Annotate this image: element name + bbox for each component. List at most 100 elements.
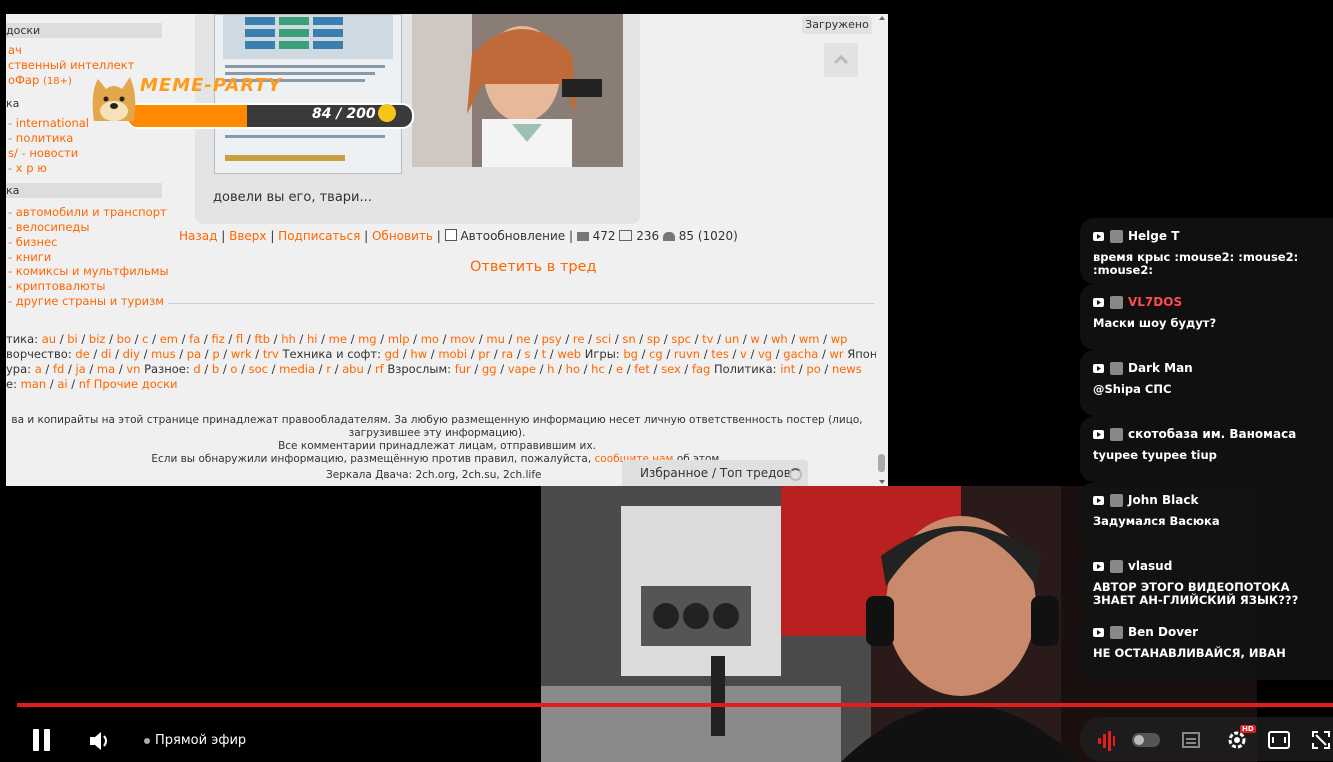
- board-link[interactable]: news: [832, 362, 862, 376]
- sidebar-link[interactable]: оФар (18+): [8, 73, 72, 89]
- board-link[interactable]: tes: [711, 347, 729, 361]
- board-link[interactable]: un: [725, 332, 740, 346]
- board-link[interactable]: e: [616, 362, 623, 376]
- scrollbar-thumb[interactable]: [878, 454, 885, 472]
- board-link[interactable]: hw: [410, 347, 427, 361]
- board-link[interactable]: d: [193, 362, 200, 376]
- board-link[interactable]: fet: [634, 362, 650, 376]
- reply-link[interactable]: Ответить в тред: [470, 259, 597, 275]
- board-link[interactable]: trv: [263, 347, 279, 361]
- subscribe-link[interactable]: Подписаться: [278, 229, 360, 243]
- board-link[interactable]: nf: [79, 377, 90, 391]
- refresh-link[interactable]: Обновить: [372, 229, 433, 243]
- chat-toggle[interactable]: [1132, 733, 1160, 747]
- board-link[interactable]: vn: [126, 362, 140, 376]
- sidebar-link[interactable]: - комиксы и мультфильмы: [8, 264, 169, 278]
- other-boards-link[interactable]: Прочие доски: [94, 377, 178, 391]
- board-link[interactable]: hh: [281, 332, 296, 346]
- board-link[interactable]: po: [806, 362, 820, 376]
- board-link[interactable]: diy: [123, 347, 140, 361]
- chat-layout-button[interactable]: [1182, 731, 1200, 753]
- board-link[interactable]: wr: [830, 347, 844, 361]
- board-link[interactable]: fag: [692, 362, 710, 376]
- board-link[interactable]: vg: [758, 347, 772, 361]
- chat-username[interactable]: Helge T: [1128, 229, 1179, 243]
- board-link[interactable]: hi: [307, 332, 317, 346]
- boards-links[interactable]: de / di / diy / mus / pa / p / wrk / trv: [75, 347, 279, 361]
- board-link[interactable]: ra: [501, 347, 513, 361]
- board-link[interactable]: wp: [831, 332, 848, 346]
- board-link[interactable]: fiz: [211, 332, 224, 346]
- board-link[interactable]: vape: [508, 362, 536, 376]
- board-link[interactable]: gg: [482, 362, 497, 376]
- board-link[interactable]: au: [42, 332, 56, 346]
- sidebar-link[interactable]: - х р ю: [8, 161, 47, 175]
- pause-button[interactable]: [31, 727, 53, 757]
- boards-links[interactable]: bg / cg / ruvn / tes / v / vg / gacha / …: [623, 347, 843, 361]
- board-link[interactable]: wh: [771, 332, 788, 346]
- board-link[interactable]: gd: [385, 347, 400, 361]
- chat-username[interactable]: John Black: [1128, 493, 1198, 507]
- sidebar-link[interactable]: s/ - новости: [8, 146, 78, 160]
- board-link[interactable]: sex: [661, 362, 681, 376]
- volume-button[interactable]: [88, 729, 112, 757]
- boards-links[interactable]: gd / hw / mobi / pr / ra / s / t / web: [385, 347, 581, 361]
- board-link[interactable]: psy: [542, 332, 562, 346]
- board-link[interactable]: mg: [358, 332, 377, 346]
- board-link[interactable]: rf: [375, 362, 384, 376]
- board-link[interactable]: di: [101, 347, 112, 361]
- board-link[interactable]: ja: [75, 362, 85, 376]
- board-link[interactable]: sn: [622, 332, 635, 346]
- post-image-photo[interactable]: [412, 14, 623, 167]
- boards-links[interactable]: fur / gg / vape / h / ho / hc / e / fet …: [455, 362, 711, 376]
- sidebar-link[interactable]: - international: [8, 116, 89, 130]
- audio-wave-button[interactable]: [1097, 731, 1115, 755]
- board-link[interactable]: biz: [89, 332, 106, 346]
- board-link[interactable]: de: [75, 347, 89, 361]
- board-link[interactable]: soc: [249, 362, 268, 376]
- favorites-button[interactable]: Избранное / Топ тредов: [622, 460, 808, 486]
- board-link[interactable]: bo: [117, 332, 131, 346]
- up-link[interactable]: Вверх: [229, 229, 266, 243]
- board-link[interactable]: fur: [455, 362, 471, 376]
- chat-username[interactable]: скотобаза им. Ваномаса: [1128, 427, 1296, 441]
- board-link[interactable]: man: [21, 377, 47, 391]
- board-link[interactable]: gacha: [783, 347, 818, 361]
- chat-username[interactable]: Ben Dover: [1128, 625, 1198, 639]
- board-link[interactable]: wm: [799, 332, 820, 346]
- board-link[interactable]: mo: [421, 332, 439, 346]
- board-link[interactable]: v: [740, 347, 747, 361]
- board-link[interactable]: mus: [151, 347, 175, 361]
- board-link[interactable]: abu: [342, 362, 364, 376]
- board-link[interactable]: fa: [189, 332, 200, 346]
- board-link[interactable]: re: [573, 332, 585, 346]
- board-link[interactable]: hc: [591, 362, 605, 376]
- boards-links[interactable]: d / b / o / soc / media / r / abu / rf: [193, 362, 383, 376]
- settings-button[interactable]: HD: [1226, 725, 1256, 755]
- chat-username[interactable]: vlasud: [1128, 559, 1172, 573]
- sidebar-link[interactable]: ственный интеллект: [8, 58, 134, 72]
- scroll-top-button[interactable]: [824, 43, 858, 77]
- board-link[interactable]: bi: [67, 332, 78, 346]
- boards-links[interactable]: au / bi / biz / bo / c / em / fa / fiz /…: [42, 332, 848, 346]
- board-link[interactable]: ruvn: [674, 347, 700, 361]
- sidebar-link[interactable]: - другие страны и туризм: [8, 294, 164, 308]
- autorefresh-checkbox[interactable]: [444, 229, 457, 241]
- board-link[interactable]: spc: [671, 332, 691, 346]
- board-link[interactable]: em: [160, 332, 178, 346]
- board-link[interactable]: pr: [478, 347, 490, 361]
- board-link[interactable]: wrk: [231, 347, 252, 361]
- boards-links[interactable]: int / po / news: [780, 362, 861, 376]
- board-link[interactable]: w: [750, 332, 759, 346]
- chat-username[interactable]: VL7DOS: [1128, 295, 1182, 309]
- board-link[interactable]: sci: [596, 332, 612, 346]
- board-link[interactable]: ma: [97, 362, 115, 376]
- boards-links[interactable]: man / ai / nf: [21, 377, 91, 391]
- board-link[interactable]: mu: [486, 332, 505, 346]
- sidebar-link[interactable]: - книги: [8, 250, 51, 264]
- sidebar-link[interactable]: - криптовалюты: [8, 279, 105, 293]
- board-link[interactable]: p: [212, 347, 219, 361]
- board-link[interactable]: mobi: [438, 347, 467, 361]
- board-link[interactable]: int: [780, 362, 795, 376]
- sidebar-link[interactable]: ач: [8, 43, 22, 57]
